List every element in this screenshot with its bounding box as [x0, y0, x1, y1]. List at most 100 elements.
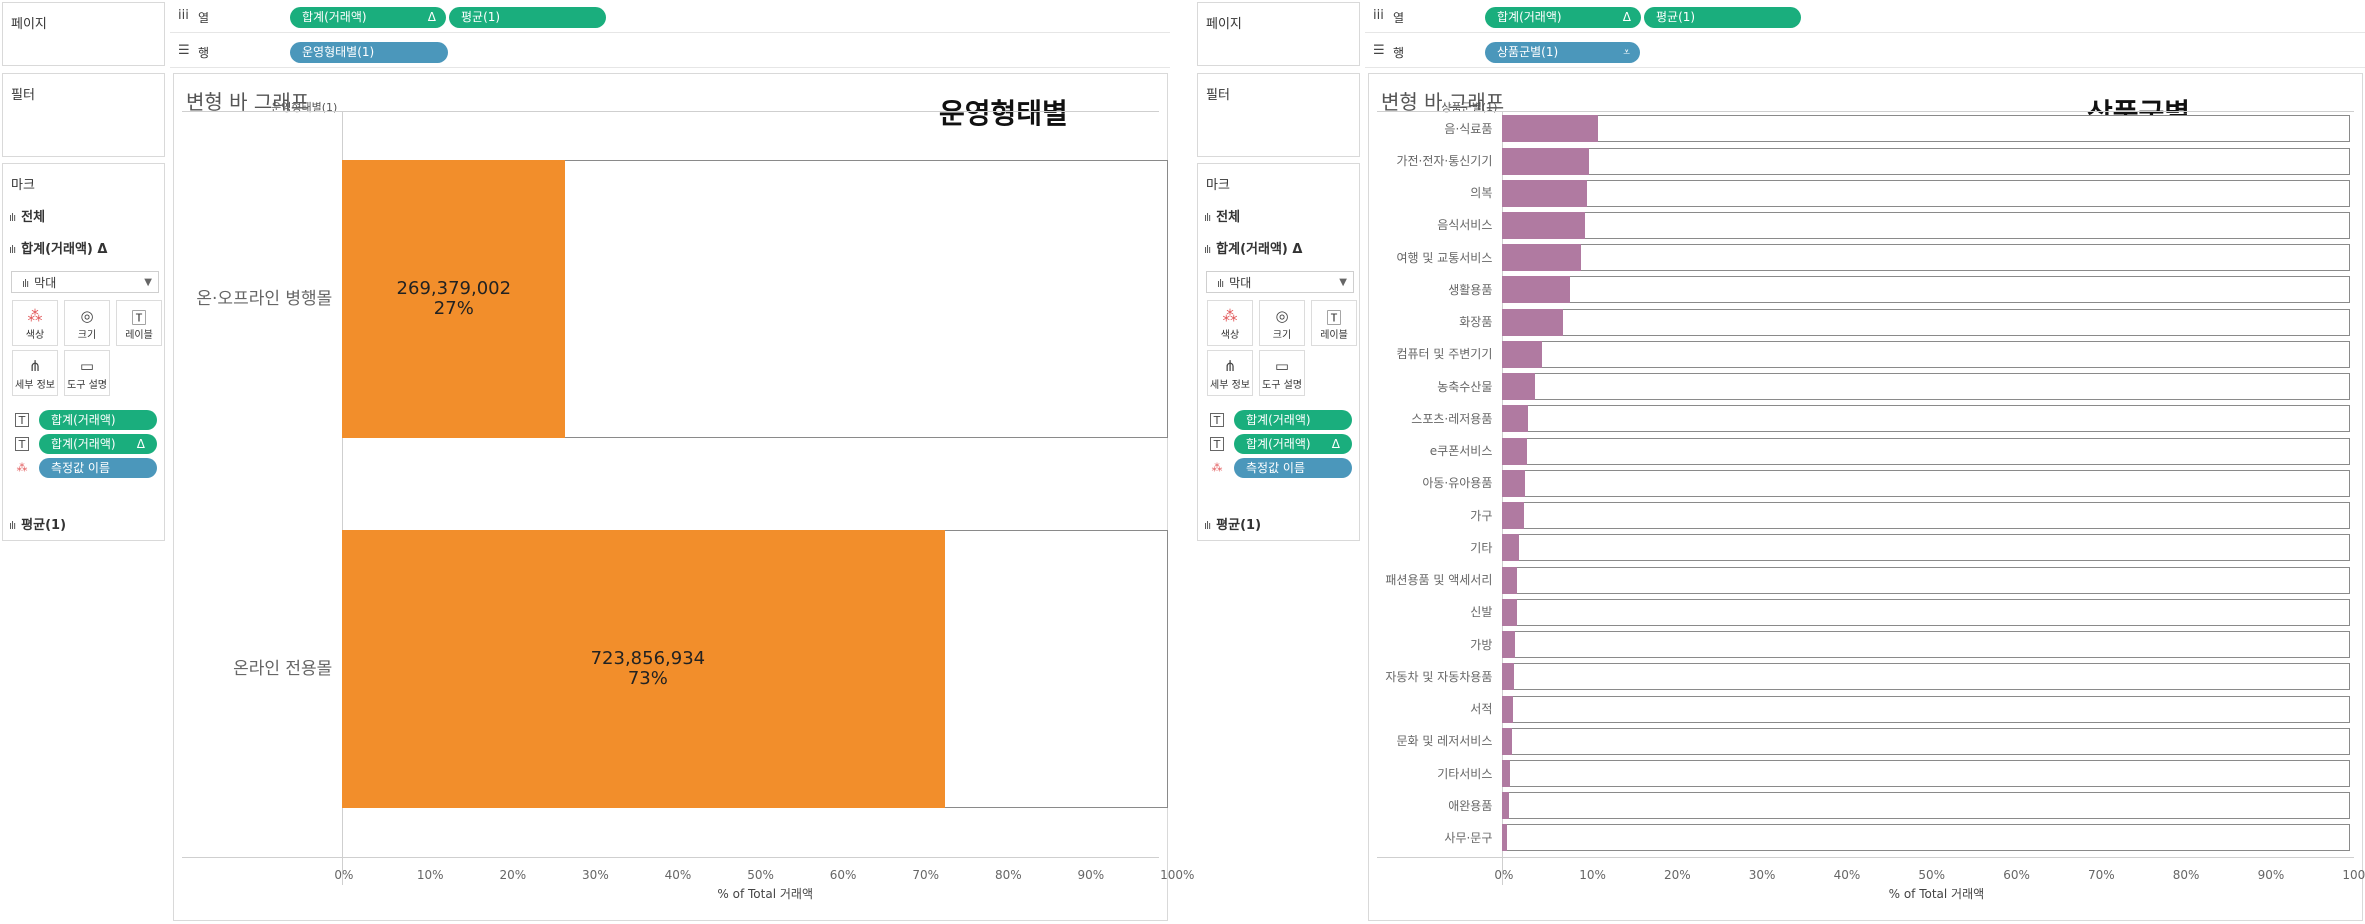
category-label[interactable]: 음식서비스: [1377, 215, 1492, 235]
bar-fill[interactable]: [1502, 534, 1520, 562]
category-label[interactable]: 가전·전자·통신기기: [1377, 151, 1492, 171]
category-label[interactable]: 의복: [1377, 183, 1492, 203]
bar-fill[interactable]: [1502, 179, 1588, 207]
size-button[interactable]: ◎ 크기: [64, 300, 110, 346]
mark-type-dropdown[interactable]: ılı 막대 ▼: [1206, 271, 1354, 293]
bar-fill[interactable]: [1502, 695, 1514, 723]
category-label[interactable]: 음·식료품: [1377, 119, 1492, 139]
category-label[interactable]: 서적: [1377, 699, 1492, 719]
marks-sum-tab[interactable]: ılı 합계(거래액) Δ: [1204, 238, 1302, 257]
mark-pill-sum-delta[interactable]: 합계(거래액) Δ: [39, 434, 157, 454]
mark-pill-measure-names[interactable]: 측정값 이름: [39, 458, 157, 478]
bar-fill[interactable]: [1502, 373, 1535, 401]
color-button[interactable]: ⁂ 색상: [12, 300, 58, 346]
text-t-icon: 🅃: [131, 309, 147, 327]
mark-pill-sum[interactable]: 합계(거래액): [39, 410, 157, 430]
bar-fill[interactable]: [1502, 405, 1528, 433]
mark-pill-label: 합계(거래액): [1246, 413, 1311, 427]
marks-all-tab[interactable]: ılı 전체: [9, 206, 45, 225]
mark-type-value: 막대: [34, 276, 57, 290]
bar-fill[interactable]: [1502, 502, 1525, 530]
category-label[interactable]: 스포츠·레저용품: [1377, 409, 1492, 429]
category-label[interactable]: 패션용품 및 액세서리: [1377, 570, 1492, 590]
columns-pill-avg[interactable]: 평균(1): [449, 7, 606, 28]
category-label[interactable]: 아동·유아용품: [1377, 473, 1492, 493]
size-button-label: 크기: [1272, 330, 1292, 341]
tooltip-button[interactable]: ▭ 도구 설명: [64, 350, 110, 396]
x-tick-label: 90%: [1077, 868, 1105, 882]
pages-shelf[interactable]: 페이지: [1197, 2, 1360, 66]
category-label[interactable]: 애완용품: [1377, 796, 1492, 816]
bar-chart-icon: ılı: [1217, 277, 1224, 290]
marks-all-label: 전체: [1216, 210, 1241, 225]
filters-shelf[interactable]: 필터: [1197, 73, 1360, 157]
category-label[interactable]: 화장품: [1377, 312, 1492, 332]
rows-shelf[interactable]: ☰ 행 상품군별(1) ⩡: [1365, 37, 2365, 68]
bar-fill[interactable]: [1502, 469, 1526, 497]
size-button-label: 크기: [77, 330, 97, 341]
marks-sum-tab[interactable]: ılı 합계(거래액) Δ: [9, 238, 107, 257]
category-label[interactable]: 기타서비스: [1377, 764, 1492, 784]
columns-pill-sum[interactable]: 합계(거래액) Δ: [1485, 7, 1641, 28]
category-label[interactable]: 문화 및 레저서비스: [1377, 731, 1492, 751]
category-label[interactable]: 가구: [1377, 506, 1492, 526]
category-label[interactable]: 온·오프라인 병행몰: [182, 289, 332, 309]
bar-fill[interactable]: [1502, 792, 1510, 820]
mark-pill-sum[interactable]: 합계(거래액): [1234, 410, 1352, 430]
category-label[interactable]: 온라인 전용몰: [182, 659, 332, 679]
pages-shelf[interactable]: 페이지: [2, 2, 165, 66]
rows-shelf-label: 행: [1393, 46, 1405, 60]
columns-pill-avg[interactable]: 평균(1): [1644, 7, 1801, 28]
detail-button[interactable]: ⋔ 세부 정보: [12, 350, 58, 396]
columns-pill-sum[interactable]: 합계(거래액) Δ: [290, 7, 446, 28]
bar-fill[interactable]: [1502, 115, 1599, 143]
row-header-label[interactable]: 상품군별(1): [1402, 99, 1497, 115]
marks-all-tab[interactable]: ılı 전체: [1204, 206, 1240, 225]
filters-shelf[interactable]: 필터: [2, 73, 165, 157]
bar-track: [1502, 244, 2351, 272]
category-label[interactable]: 가방: [1377, 635, 1492, 655]
tooltip-button[interactable]: ▭ 도구 설명: [1259, 350, 1305, 396]
category-label[interactable]: 사무·문구: [1377, 828, 1492, 848]
color-button[interactable]: ⁂ 색상: [1207, 300, 1253, 346]
bar-fill[interactable]: [1502, 276, 1571, 304]
bar-fill[interactable]: [1502, 566, 1517, 594]
marks-avg-tab[interactable]: ılı 평균(1): [9, 514, 66, 533]
category-label[interactable]: 여행 및 교통서비스: [1377, 248, 1492, 268]
category-label[interactable]: 농축수산물: [1377, 377, 1492, 397]
rows-pill[interactable]: 운영형태별(1): [290, 42, 448, 63]
category-label[interactable]: 기타: [1377, 538, 1492, 558]
marks-avg-tab[interactable]: ılı 평균(1): [1204, 514, 1261, 533]
bar-fill[interactable]: [1502, 631, 1516, 659]
bar-fill[interactable]: [1502, 340, 1543, 368]
bar-fill[interactable]: [1502, 211, 1586, 239]
category-label[interactable]: 신발: [1377, 602, 1492, 622]
bar-fill[interactable]: [1502, 760, 1511, 787]
category-label[interactable]: 컴퓨터 및 주변기기: [1377, 344, 1492, 364]
category-label[interactable]: e쿠폰서비스: [1377, 441, 1493, 461]
bar-fill[interactable]: [1502, 824, 1508, 852]
size-button[interactable]: ◎ 크기: [1259, 300, 1305, 346]
category-label[interactable]: 생활용품: [1377, 280, 1492, 300]
columns-shelf[interactable]: iii 열 합계(거래액) Δ 평균(1): [170, 2, 1170, 33]
bar-fill[interactable]: [1502, 598, 1517, 626]
mark-type-dropdown[interactable]: ılı 막대 ▼: [11, 271, 159, 293]
rows-pill[interactable]: 상품군별(1) ⩡: [1485, 42, 1640, 63]
mark-pill-sum-delta[interactable]: 합계(거래액) Δ: [1234, 434, 1352, 454]
category-label[interactable]: 자동차 및 자동차용품: [1377, 667, 1492, 687]
bar-fill[interactable]: [1502, 147, 1589, 175]
bar-track: [1502, 469, 2351, 497]
bar-fill[interactable]: [1502, 244, 1582, 272]
label-button[interactable]: 🅃 레이블: [116, 300, 162, 346]
bar-fill[interactable]: [1502, 663, 1515, 691]
bar-track: [1502, 695, 2351, 723]
mark-pill-measure-names[interactable]: 측정값 이름: [1234, 458, 1352, 478]
columns-shelf[interactable]: iii 열 합계(거래액) Δ 평균(1): [1365, 2, 2365, 33]
detail-button[interactable]: ⋔ 세부 정보: [1207, 350, 1253, 396]
bar-fill[interactable]: [1502, 437, 1527, 465]
label-button[interactable]: 🅃 레이블: [1311, 300, 1357, 346]
row-header-label[interactable]: 운영형태별(1): [242, 99, 337, 115]
bar-fill[interactable]: [1502, 727, 1512, 755]
bar-fill[interactable]: [1502, 308, 1564, 336]
rows-shelf[interactable]: ☰ 행 운영형태별(1): [170, 37, 1170, 68]
